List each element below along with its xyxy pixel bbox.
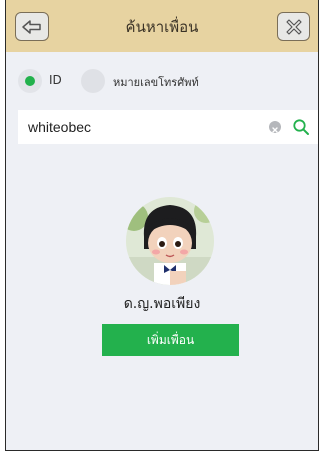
profile-avatar (126, 197, 214, 285)
page-title: ค้นหาเพื่อน (125, 18, 199, 36)
radio-selected-dot (25, 76, 35, 86)
search-icon (293, 119, 309, 135)
clear-x-icon (272, 127, 278, 133)
search-input[interactable] (28, 118, 258, 136)
back-button[interactable] (15, 12, 49, 41)
add-friend-button[interactable]: เพิ่มเพื่อน (102, 324, 239, 356)
close-x-icon (285, 18, 302, 35)
radio-id[interactable] (18, 69, 42, 93)
mascot-avatar-image (126, 197, 214, 285)
app-window: ค้นหาเพื่อน ID หมายเลขโทรศัพท์ whiteobec… (5, 0, 319, 451)
search-bar (18, 110, 318, 144)
search-button[interactable] (292, 118, 310, 136)
clear-input-button[interactable] (269, 121, 281, 133)
profile-name: ด.ญ.พอเพียง (123, 296, 201, 312)
close-button[interactable] (277, 12, 310, 41)
radio-phone[interactable] (81, 69, 105, 93)
back-arrow-icon (22, 19, 41, 34)
radio-phone-label[interactable]: หมายเลขโทรศัพท์ (113, 73, 199, 91)
header-bar: ค้นหาเพื่อน (6, 0, 318, 52)
search-type-selector: ID หมายเลขโทรศัพท์ (6, 66, 318, 96)
radio-id-label[interactable]: ID (49, 73, 62, 87)
